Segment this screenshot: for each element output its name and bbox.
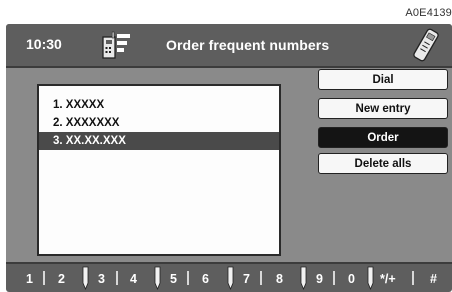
figure-code: A0E4139 <box>405 7 452 19</box>
display-screen: 10:30 Order frequent numbers 1. XXXXX 2.… <box>6 24 452 292</box>
key-8[interactable]: 8 <box>276 272 283 286</box>
list-item-selected[interactable]: 3. XX.XX.XXX <box>39 132 279 150</box>
key-marker-icon <box>300 266 307 290</box>
key-marker-icon <box>154 266 161 290</box>
key-9[interactable]: 9 <box>316 272 323 286</box>
key-marker-icon <box>82 266 89 290</box>
phonebook-icon <box>102 31 130 59</box>
key-separator <box>187 271 189 285</box>
screen-title: Order frequent numbers <box>166 37 330 53</box>
key-0[interactable]: 0 <box>348 272 355 286</box>
list-item[interactable]: 1. XXXXX <box>39 96 279 114</box>
key-star-plus[interactable]: */+ <box>380 272 396 286</box>
key-3[interactable]: 3 <box>98 272 105 286</box>
list-item[interactable]: 2. XXXXXXX <box>39 114 279 132</box>
new-entry-button[interactable]: New entry <box>318 98 448 119</box>
key-marker-icon <box>367 266 374 290</box>
key-6[interactable]: 6 <box>202 272 209 286</box>
status-bar: 10:30 Order frequent numbers <box>6 24 452 68</box>
key-marker-icon <box>227 266 234 290</box>
key-separator <box>43 271 45 285</box>
key-2[interactable]: 2 <box>58 272 65 286</box>
keypad-bar: 1 2 3 4 5 6 7 8 9 0 */+ # <box>6 262 452 292</box>
key-7[interactable]: 7 <box>243 272 250 286</box>
key-separator <box>333 271 335 285</box>
frequent-numbers-list: 1. XXXXX 2. XXXXXXX 3. XX.XX.XXX <box>37 84 281 256</box>
key-1[interactable]: 1 <box>26 272 33 286</box>
key-5[interactable]: 5 <box>170 272 177 286</box>
key-hash[interactable]: # <box>430 272 437 286</box>
key-separator <box>260 271 262 285</box>
delete-all-button[interactable]: Delete alls <box>318 153 448 174</box>
key-4[interactable]: 4 <box>130 272 137 286</box>
order-button[interactable]: Order <box>318 127 448 148</box>
dial-button[interactable]: Dial <box>318 69 448 90</box>
key-separator <box>412 271 414 285</box>
phone-handset-icon <box>413 28 439 62</box>
clock: 10:30 <box>26 36 62 52</box>
key-separator <box>116 271 118 285</box>
